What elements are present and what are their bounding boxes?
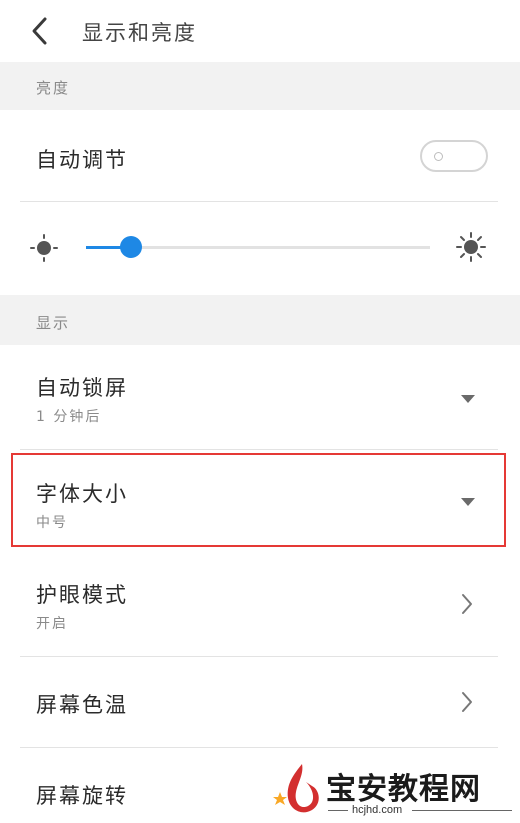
brightness-slider[interactable] bbox=[86, 236, 430, 258]
sun-small-icon bbox=[30, 234, 58, 262]
auto-brightness-toggle[interactable] bbox=[420, 140, 488, 172]
font-size-label: 字体大小 bbox=[36, 482, 128, 506]
chevron-right-icon bbox=[462, 594, 472, 614]
caret-down-icon bbox=[461, 498, 475, 506]
brightness-slider-thumb[interactable] bbox=[119, 236, 142, 258]
color-temperature-row[interactable]: 屏幕色温 bbox=[0, 657, 520, 747]
divider bbox=[328, 810, 348, 811]
font-size-value: 中号 bbox=[36, 515, 68, 531]
auto-lock-row[interactable]: 自动锁屏 1 分钟后 bbox=[0, 345, 520, 449]
watermark-name: 宝安教程网 bbox=[326, 772, 481, 807]
back-button[interactable] bbox=[24, 14, 56, 48]
watermark-logo-icon bbox=[273, 764, 319, 813]
section-label: 显示 bbox=[36, 314, 71, 332]
caret-down-icon bbox=[461, 395, 475, 403]
watermark: 宝安教程网 hcjhd.com bbox=[272, 760, 516, 820]
color-temperature-label: 屏幕色温 bbox=[36, 693, 128, 717]
eye-protection-value: 开启 bbox=[36, 616, 68, 632]
toggle-knob bbox=[434, 152, 443, 161]
divider bbox=[412, 810, 512, 811]
chevron-left-icon bbox=[32, 17, 47, 45]
section-header-display: 显示 bbox=[0, 295, 520, 345]
auto-lock-value: 1 分钟后 bbox=[36, 409, 102, 425]
top-bar: 显示和亮度 bbox=[0, 0, 520, 62]
divider bbox=[20, 201, 498, 202]
section-label: 亮度 bbox=[36, 79, 71, 97]
eye-protection-row[interactable]: 护眼模式 开启 bbox=[0, 554, 520, 656]
page-title: 显示和亮度 bbox=[82, 21, 197, 45]
section-header-brightness: 亮度 bbox=[0, 62, 520, 110]
eye-protection-label: 护眼模式 bbox=[36, 583, 128, 607]
auto-lock-label: 自动锁屏 bbox=[36, 376, 128, 400]
sun-large-icon bbox=[456, 232, 486, 262]
watermark-url: hcjhd.com bbox=[352, 804, 403, 816]
font-size-row[interactable]: 字体大小 中号 bbox=[0, 450, 520, 554]
auto-brightness-label: 自动调节 bbox=[36, 148, 128, 172]
screen-rotation-label: 屏幕旋转 bbox=[36, 784, 128, 808]
chevron-right-icon bbox=[462, 692, 472, 712]
